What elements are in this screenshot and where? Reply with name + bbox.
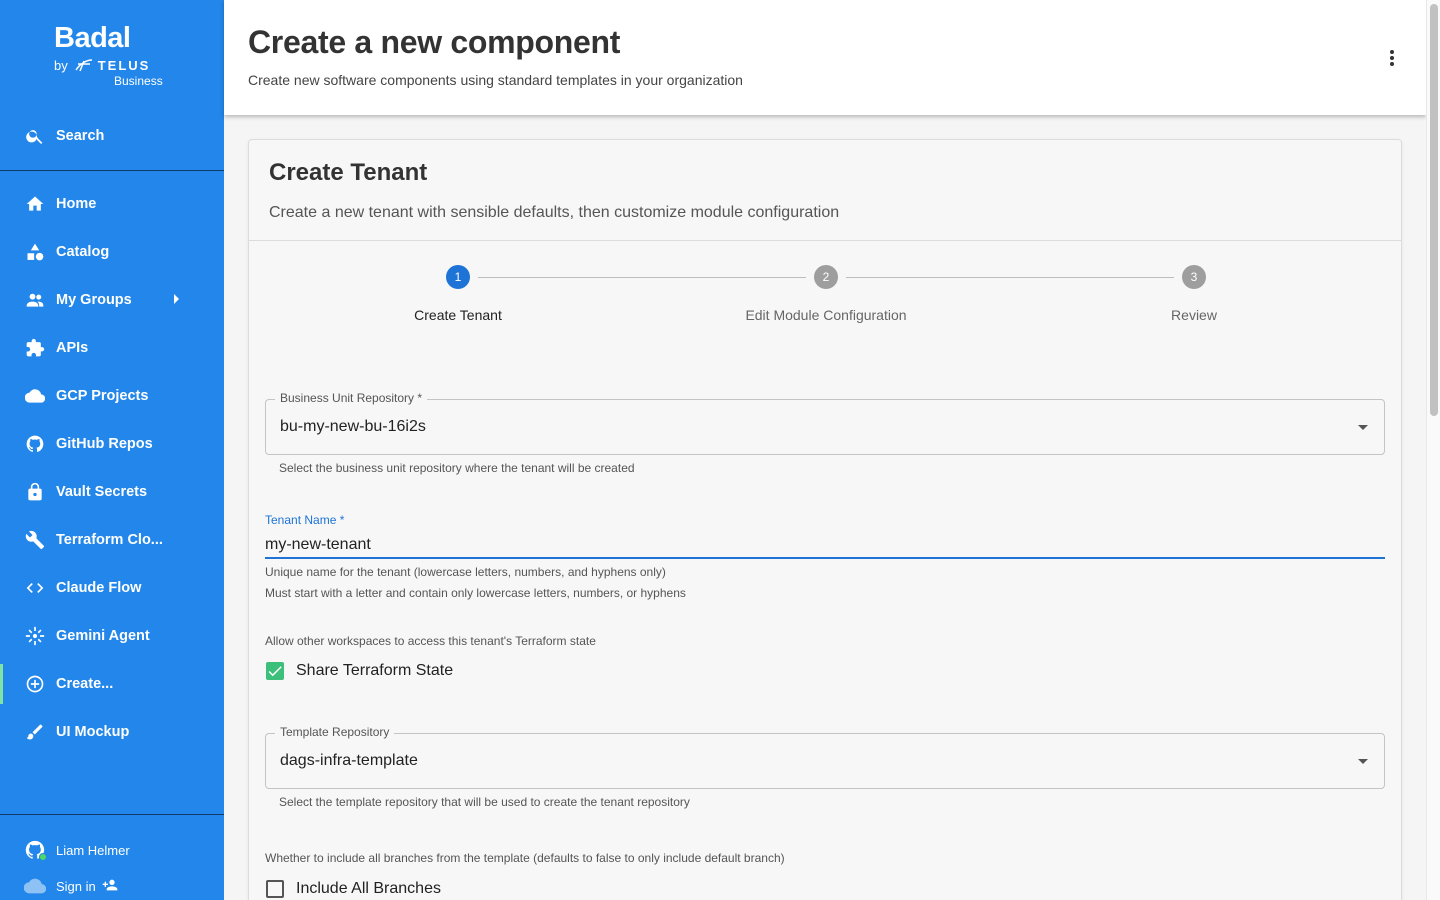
step-2-label: Edit Module Configuration — [745, 307, 907, 323]
sidebar-item-vault-secrets[interactable]: Vault Secrets — [0, 470, 224, 514]
sidebar-item-label: Catalog — [56, 244, 110, 260]
user-name: Liam Helmer — [56, 842, 130, 858]
step-1-label: Create Tenant — [414, 307, 502, 323]
more-options-icon[interactable] — [1382, 48, 1402, 68]
field-helper: Unique name for the tenant (lowercase le… — [265, 565, 666, 579]
business-unit-repository-select[interactable]: Business Unit Repository * bu-my-new-bu-… — [265, 391, 1385, 455]
field-value: dags-infra-template — [280, 752, 418, 769]
logo-business: Business — [114, 74, 163, 88]
code-icon — [24, 577, 46, 599]
search-icon — [24, 125, 46, 147]
sidebar-item-my-groups[interactable]: My Groups — [0, 278, 224, 322]
lock-icon — [24, 481, 46, 503]
include-branches-description: Whether to include all branches from the… — [265, 851, 785, 865]
brush-icon — [24, 721, 46, 743]
page-subtitle: Create new software components using sta… — [248, 72, 743, 88]
card-title: Create Tenant — [269, 159, 428, 186]
sidebar-user[interactable]: Liam Helmer — [24, 839, 130, 861]
github-avatar-icon — [24, 839, 47, 861]
logo-by: by — [54, 57, 68, 73]
share-terraform-state-label[interactable]: Share Terraform State — [296, 662, 453, 680]
field-helper: Select the business unit repository wher… — [279, 461, 635, 475]
include-all-branches-label[interactable]: Include All Branches — [296, 880, 441, 898]
scrollbar-thumb[interactable] — [1430, 4, 1438, 416]
sidebar-item-catalog[interactable]: Catalog — [0, 230, 224, 274]
home-icon — [24, 193, 46, 215]
sidebar-item-label: Home — [56, 196, 97, 212]
sidebar-item-home[interactable]: Home — [0, 182, 224, 226]
create-tenant-card: Create Tenant Create a new tenant with s… — [248, 139, 1402, 900]
signin-label: Sign in — [56, 878, 96, 894]
sidebar-item-label: My Groups — [56, 292, 132, 308]
step-2-circle[interactable]: 2 — [814, 265, 838, 289]
sidebar-item-label: APIs — [56, 340, 89, 356]
field-value: bu-my-new-bu-16i2s — [280, 418, 426, 435]
sidebar-item-label: Create... — [56, 676, 114, 692]
tenant-name-underline — [265, 557, 1385, 559]
sidebar-item-label: Gemini Agent — [56, 628, 150, 644]
chevron-right-icon[interactable] — [174, 294, 179, 304]
sidebar-item-label: UI Mockup — [56, 724, 130, 740]
sidebar-item-label: GCP Projects — [56, 388, 149, 404]
wrench-icon — [24, 529, 46, 551]
sidebar-item-label: Terraform Clo... — [56, 532, 163, 548]
sidebar-signin[interactable]: Sign in — [24, 875, 118, 897]
sidebar-item-label: Claude Flow — [56, 580, 142, 596]
dropdown-arrow-icon[interactable] — [1358, 425, 1368, 430]
puzzle-icon — [24, 337, 46, 359]
field-helper: Select the template repository that will… — [279, 795, 690, 809]
share-state-description: Allow other workspaces to access this te… — [265, 634, 596, 648]
online-status-dot — [39, 853, 47, 861]
step-3-circle[interactable]: 3 — [1182, 265, 1206, 289]
field-error-hint: Must start with a letter and contain onl… — [265, 586, 686, 600]
step-1-circle[interactable]: 1 — [446, 265, 470, 289]
add-circle-icon — [24, 673, 46, 695]
include-all-branches-checkbox[interactable] — [266, 880, 284, 898]
sidebar-item-github-repos[interactable]: GitHub Repos — [0, 422, 224, 466]
page-header: Create a new component Create new softwa… — [224, 0, 1426, 115]
sidebar-item-create[interactable]: Create... — [0, 662, 224, 706]
shapes-icon — [24, 241, 46, 263]
page-scrollbar[interactable] — [1426, 0, 1440, 900]
field-label: Template Repository — [275, 725, 395, 739]
stepper-connector — [478, 277, 806, 278]
github-icon — [24, 433, 46, 455]
cloud-icon — [24, 875, 46, 897]
logo-telus: TELUS — [97, 57, 151, 73]
stepper-connector — [846, 277, 1174, 278]
sidebar: Badal by TELUS Business Search Home Cata… — [0, 0, 224, 900]
sidebar-search-label: Search — [56, 128, 105, 144]
sidebar-item-gcp-projects[interactable]: GCP Projects — [0, 374, 224, 418]
sidebar-item-ui-mockup[interactable]: UI Mockup — [0, 710, 224, 754]
step-3-label: Review — [1171, 307, 1217, 323]
sidebar-item-apis[interactable]: APIs — [0, 326, 224, 370]
tenant-name-input[interactable]: my-new-tenant — [265, 536, 371, 554]
telus-mark-icon — [75, 59, 92, 72]
sidebar-item-label: Vault Secrets — [56, 484, 148, 500]
template-repository-select[interactable]: Template Repository dags-infra-template — [265, 725, 1385, 789]
sidebar-item-label: GitHub Repos — [56, 436, 153, 452]
card-subtitle: Create a new tenant with sensible defaul… — [269, 204, 840, 221]
sparkle-icon — [24, 625, 46, 647]
badal-logo[interactable]: Badal by TELUS Business — [54, 22, 184, 92]
sidebar-divider-top — [0, 170, 224, 171]
tenant-name-label: Tenant Name * — [265, 513, 345, 527]
share-terraform-state-checkbox[interactable] — [266, 662, 284, 680]
card-header: Create Tenant Create a new tenant with s… — [249, 140, 1401, 241]
logo-brand: Badal — [54, 22, 131, 54]
sidebar-search[interactable]: Search — [0, 114, 224, 158]
field-label: Business Unit Repository * — [275, 391, 428, 405]
cloud-icon — [24, 385, 46, 407]
check-icon — [268, 666, 282, 677]
page-title: Create a new component — [248, 24, 621, 60]
sidebar-item-claude-flow[interactable]: Claude Flow — [0, 566, 224, 610]
groups-icon — [24, 289, 46, 311]
person-add-icon — [96, 877, 118, 896]
dropdown-arrow-icon[interactable] — [1358, 759, 1368, 764]
sidebar-item-terraform-cloud[interactable]: Terraform Clo... — [0, 518, 224, 562]
sidebar-item-gemini-agent[interactable]: Gemini Agent — [0, 614, 224, 658]
sidebar-divider-bottom — [0, 814, 224, 815]
